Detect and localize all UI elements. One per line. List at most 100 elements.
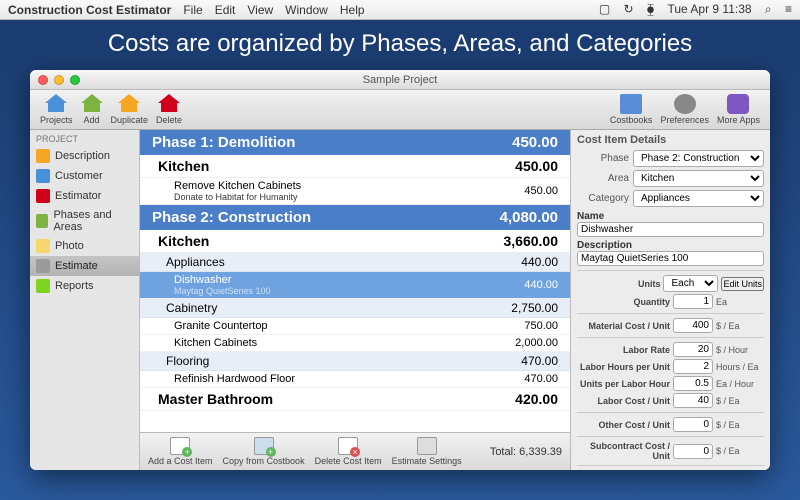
area-select[interactable]: Kitchen [633,170,764,187]
row-sublabel: Maytag QuietSeries 100 [174,286,271,296]
row-amount: 750.00 [524,320,558,332]
row-amount: 450.00 [512,134,558,151]
row-amount: 470.00 [521,354,558,368]
doc-delete-icon [338,437,358,455]
estimate-cat[interactable]: Flooring470.00 [140,352,570,371]
estimate-area[interactable]: Kitchen 3,660.00 [140,230,570,253]
estimate-cat[interactable]: Cabinetry2,750.00 [140,299,570,318]
labor-cost-input[interactable] [673,393,713,408]
row-amount: 440.00 [524,279,558,291]
row-label: Phase 2: Construction [152,209,311,226]
row-amount: 440.00 [521,255,558,269]
labor-hours-input[interactable] [673,359,713,374]
sidebar-item-phases-and-areas[interactable]: Phases and Areas [30,206,139,236]
menu-window[interactable]: Window [285,3,328,17]
copy-from-costbook-button[interactable]: Copy from Costbook [223,437,305,466]
gear-icon [417,437,437,455]
sidebar: PROJECT Description Customer Estimator Phas… [30,130,140,470]
close-button[interactable] [38,75,48,85]
spotlight-icon[interactable]: ⌕ [765,2,772,16]
sidebar-icon [36,189,50,203]
row-label: Remove Kitchen CabinetsDonate to Habitat… [174,180,301,202]
minimize-button[interactable] [54,75,64,85]
zoom-button[interactable] [70,75,80,85]
clock: Tue Apr 9 11:38 [668,2,752,16]
estimate-phase[interactable]: Phase 1: Demolition450.00 [140,130,570,155]
estimate-item[interactable]: Remove Kitchen CabinetsDonate to Habitat… [140,178,570,205]
estimate-item[interactable]: Granite Countertop750.00 [140,318,570,335]
add-cost-item-button[interactable]: Add a Cost Item [148,437,213,466]
menu-edit[interactable]: Edit [215,3,236,17]
delete-button[interactable]: Delete [156,94,182,125]
estimate-area[interactable]: Master Bathroom420.00 [140,388,570,411]
sidebar-icon [36,214,48,228]
row-amount: 2,750.00 [511,301,558,315]
estimate-list[interactable]: Phase 1: Demolition450.00 Kitchen 450.00 Re… [140,130,570,432]
house-icon [45,94,67,114]
preferences-button[interactable]: Preferences [660,94,709,125]
description-input[interactable] [577,251,764,266]
estimate-main: Phase 1: Demolition450.00 Kitchen 450.00 Re… [140,130,570,470]
duplicate-button[interactable]: Duplicate [111,94,149,125]
menubar-status: ▢ ↻ ⧳ Tue Apr 9 11:38 ⌕ ≡ [589,2,792,17]
estimate-item[interactable]: Refinish Hardwood Floor470.00 [140,371,570,388]
house-icon [158,94,180,114]
titlebar: Sample Project [30,70,770,90]
estimate-phase[interactable]: Phase 2: Construction 4,080.00 [140,205,570,230]
sync-icon: ↻ [624,2,634,16]
row-amount: 470.00 [524,373,558,385]
units-select[interactable]: Each [663,275,718,292]
material-cost-input[interactable] [673,318,713,333]
edit-units-button[interactable]: Edit Units [721,277,764,291]
sidebar-item-label: Estimator [55,190,101,202]
delete-cost-item-button[interactable]: Delete Cost Item [315,437,382,466]
notification-icon[interactable]: ≡ [785,2,792,16]
category-select[interactable]: Appliances [633,190,764,207]
subcontract-cost-input[interactable] [673,444,713,459]
row-label: Kitchen [158,158,209,174]
sidebar-item-customer[interactable]: Customer [30,166,139,186]
house-icon [81,94,103,114]
details-title: Cost Item Details [577,134,764,146]
sidebar-item-estimate[interactable]: Estimate [30,256,139,276]
row-sublabel: Donate to Habitat for Humanity [174,192,301,202]
sidebar-item-estimator[interactable]: Estimator [30,186,139,206]
menu-file[interactable]: File [183,3,202,17]
estimate-settings-button[interactable]: Estimate Settings [392,437,462,466]
units-per-hour-input[interactable] [673,376,713,391]
row-amount: 2,000.00 [515,337,558,349]
projects-button[interactable]: Projects [40,94,73,125]
sidebar-icon [36,259,50,273]
costbooks-button[interactable]: Costbooks [610,94,653,125]
menu-help[interactable]: Help [340,3,365,17]
estimate-footer: Add a Cost Item Copy from Costbook Delet… [140,432,570,470]
sidebar-item-photo[interactable]: Photo [30,236,139,256]
project-window: Sample Project Projects Add Duplicate De… [30,70,770,470]
row-amount: 450.00 [515,158,558,174]
house-icon [118,94,140,114]
book-icon [620,94,642,114]
add-button[interactable]: Add [81,94,103,125]
name-input[interactable] [577,222,764,237]
menu-view[interactable]: View [247,3,273,17]
estimate-cat[interactable]: Appliances440.00 [140,253,570,272]
sidebar-header: PROJECT [30,130,139,146]
estimate-item[interactable]: Kitchen Cabinets2,000.00 [140,335,570,352]
estimate-item[interactable]: DishwasherMaytag QuietSeries 100440.00 [140,272,570,299]
labor-rate-input[interactable] [673,342,713,357]
row-label: Kitchen [158,233,209,249]
more-apps-button[interactable]: More Apps [717,94,760,125]
quantity-input[interactable] [673,294,713,309]
estimate-area[interactable]: Kitchen 450.00 [140,155,570,178]
phase-select[interactable]: Phase 2: Construction [633,150,764,167]
sidebar-item-reports[interactable]: Reports [30,276,139,296]
sidebar-icon [36,239,50,253]
sidebar-item-label: Phases and Areas [53,209,133,233]
sidebar-icon [36,279,50,293]
sidebar-item-description[interactable]: Description [30,146,139,166]
sidebar-item-label: Customer [55,170,103,182]
row-amount: 4,080.00 [500,209,558,226]
row-amount: 450.00 [524,185,558,197]
row-amount: 3,660.00 [504,233,559,249]
other-cost-input[interactable] [673,417,713,432]
